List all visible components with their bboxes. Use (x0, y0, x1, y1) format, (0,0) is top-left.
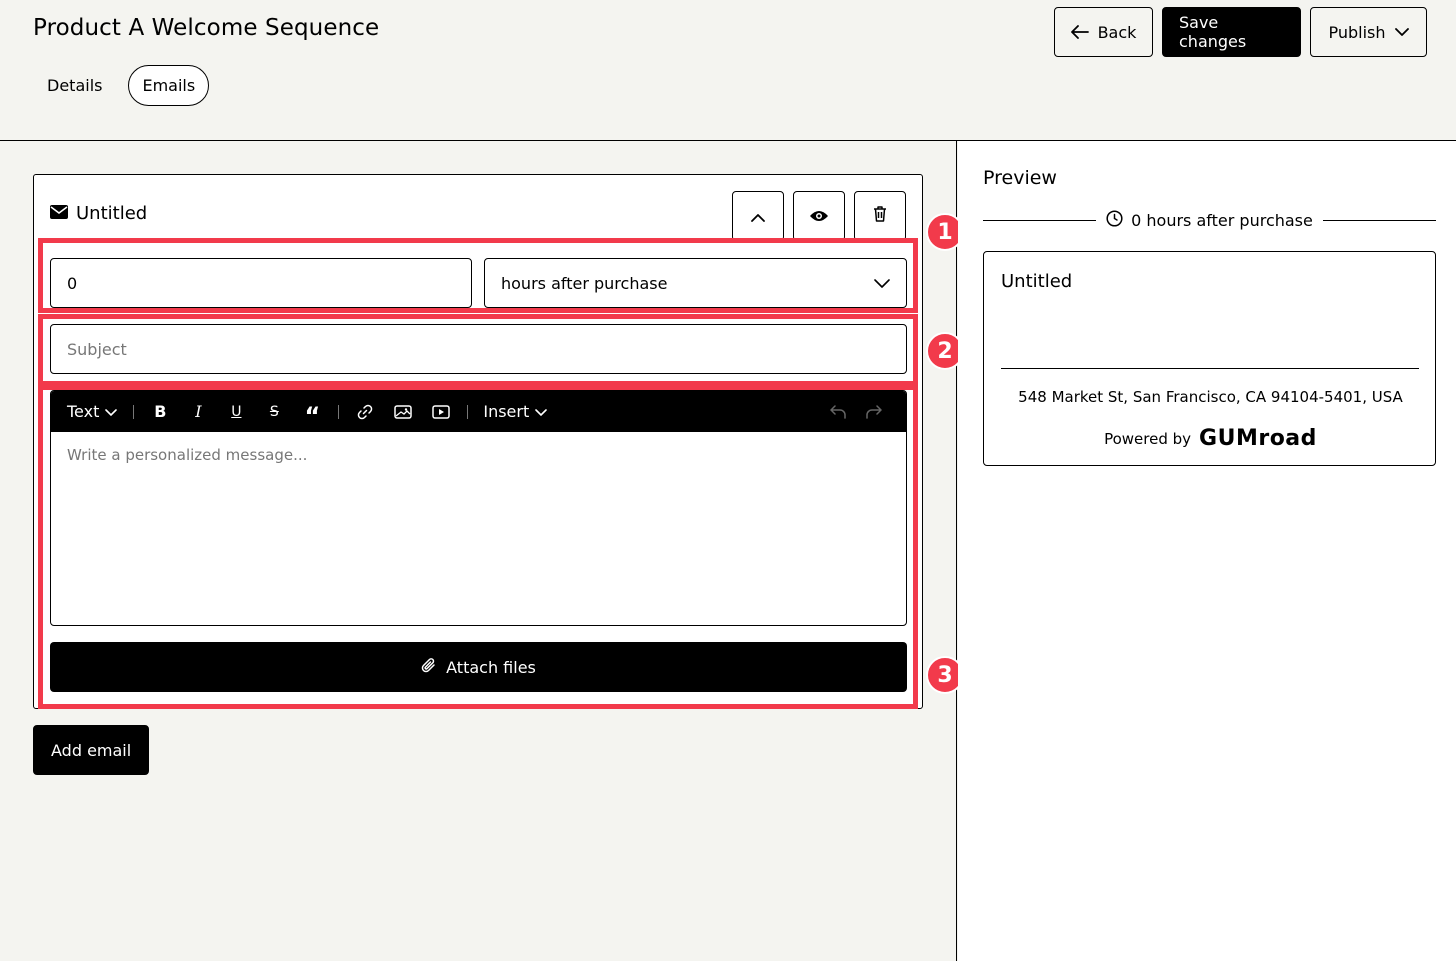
video-icon[interactable] (422, 391, 460, 432)
preview-email-card: Untitled 548 Market St, San Francisco, C… (983, 251, 1436, 466)
attach-files-button[interactable]: Attach files (50, 642, 907, 692)
preview-panel: Preview 0 hours after purchase Untitled … (958, 141, 1456, 961)
preview-toggle-button[interactable] (793, 191, 845, 241)
timing-text: 0 hours after purchase (1131, 211, 1313, 230)
preview-divider (1001, 368, 1419, 369)
bold-icon[interactable]: B (141, 391, 179, 432)
back-button-label: Back (1097, 22, 1137, 42)
header-actions: Back Save changes Publish (1054, 7, 1427, 57)
preview-timing: 0 hours after purchase (983, 210, 1436, 231)
underline-icon[interactable]: U (217, 391, 255, 432)
email-card-actions (732, 191, 906, 241)
attach-files-label: Attach files (446, 657, 536, 677)
quote-icon[interactable]: “ (293, 391, 331, 432)
toolbar-divider (133, 404, 135, 419)
chevron-up-icon (751, 207, 765, 226)
powered-by: Powered by GUMroad (984, 426, 1437, 451)
timing-divider (983, 220, 1097, 221)
editor-toolbar: Text B I U S “ Insert (51, 391, 906, 432)
clock-icon (1106, 210, 1123, 231)
preview-subject: Untitled (1001, 271, 1073, 292)
timing-divider (1322, 220, 1436, 221)
chevron-down-icon (105, 402, 118, 421)
insert-label: Insert (483, 402, 530, 421)
trash-icon (873, 206, 887, 226)
preview-title: Preview (983, 167, 1057, 189)
link-icon[interactable] (346, 391, 384, 432)
footer-address: 548 Market St, San Francisco, CA 94104-5… (1018, 388, 1403, 406)
undo-icon[interactable] (822, 391, 854, 432)
publish-button-label: Publish (1328, 22, 1386, 42)
italic-icon[interactable]: I (179, 391, 217, 432)
text-style-dropdown[interactable]: Text (67, 391, 118, 432)
email-card: Untitled 0 hours after purchase Subject … (33, 174, 923, 709)
strikethrough-icon[interactable]: S (255, 391, 293, 432)
save-changes-button[interactable]: Save changes (1162, 7, 1301, 57)
toolbar-divider (467, 404, 469, 419)
toolbar-divider (338, 404, 340, 419)
page-title: Product A Welcome Sequence (33, 15, 380, 41)
envelope-icon (50, 203, 68, 224)
timing-label-group: 0 hours after purchase (1106, 210, 1313, 231)
insert-dropdown[interactable]: Insert (483, 391, 548, 432)
delete-button[interactable] (854, 191, 906, 241)
delay-value-input[interactable]: 0 (50, 258, 472, 308)
tab-bar: Details Emails (33, 65, 210, 106)
add-email-button[interactable]: Add email (33, 725, 150, 775)
publish-button[interactable]: Publish (1310, 7, 1427, 57)
page-header: Product A Welcome Sequence Details Email… (0, 0, 1456, 141)
history-controls (822, 391, 890, 432)
tab-emails[interactable]: Emails (128, 65, 210, 106)
redo-icon[interactable] (858, 391, 890, 432)
arrow-left-icon (1070, 25, 1089, 39)
delay-unit-select[interactable]: hours after purchase (484, 258, 907, 308)
back-button[interactable]: Back (1054, 7, 1153, 57)
email-editor-panel: Untitled 0 hours after purchase Subject … (0, 141, 957, 961)
paperclip-icon (421, 657, 437, 678)
collapse-button[interactable] (732, 191, 784, 241)
delay-unit-value: hours after purchase (501, 273, 668, 293)
gumroad-logo: GUMroad (1199, 426, 1317, 451)
subject-input[interactable]: Subject (50, 324, 907, 374)
eye-icon (810, 207, 828, 226)
chevron-down-icon (535, 402, 548, 421)
chevron-down-icon (874, 274, 890, 293)
message-body-textarea[interactable]: Write a personalized message... (51, 432, 906, 478)
email-card-header: Untitled (50, 203, 147, 224)
image-icon[interactable] (384, 391, 422, 432)
chevron-down-icon (1394, 27, 1409, 37)
email-title: Untitled (76, 203, 148, 224)
powered-by-label: Powered by (1104, 429, 1192, 448)
text-style-label: Text (67, 402, 100, 421)
tab-details[interactable]: Details (33, 65, 116, 106)
message-editor: Text B I U S “ Insert Write a personaliz… (50, 390, 907, 626)
